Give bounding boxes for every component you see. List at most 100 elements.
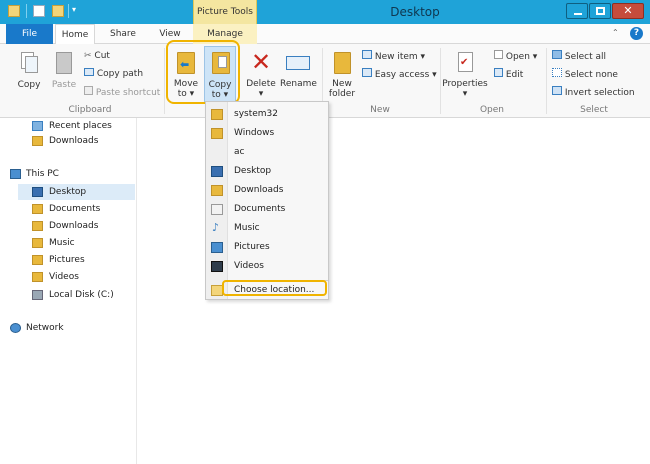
documents-icon	[32, 204, 43, 214]
select-all-button[interactable]: Select all	[552, 50, 606, 63]
documents-icon	[211, 204, 223, 215]
properties-icon[interactable]	[33, 5, 45, 17]
highlight-move-copy	[166, 40, 240, 104]
nav-label: Documents	[49, 204, 101, 214]
folder-icon[interactable]	[8, 5, 20, 17]
paste-label: Paste	[51, 80, 77, 90]
new-folder-label-2: folder	[328, 89, 356, 99]
delete-button[interactable]: ✕ Delete ▾	[245, 48, 277, 102]
menu-item-desktop[interactable]: Desktop	[206, 162, 328, 181]
invert-selection-label: Invert selection	[564, 88, 635, 98]
open-label: Open ▾	[505, 52, 538, 62]
recent-places-icon	[32, 121, 43, 131]
copy-to-menu: system32 Windows ac Desktop Downloads Do…	[205, 101, 329, 300]
desktop-icon	[32, 187, 43, 197]
separator	[546, 48, 547, 114]
nav-item-desktop[interactable]: Desktop	[18, 184, 135, 200]
help-icon[interactable]: ?	[630, 27, 643, 40]
easy-access-icon	[362, 68, 372, 77]
network-icon	[10, 323, 21, 333]
properties-label-1: Properties	[442, 79, 488, 89]
check-icon: ✔	[460, 57, 469, 68]
separator	[164, 48, 165, 114]
new-folder-button[interactable]: New folder	[326, 48, 358, 102]
properties-button[interactable]: ✔ Properties ▾	[442, 48, 488, 102]
nav-item-documents[interactable]: Documents	[18, 201, 136, 217]
new-item-button[interactable]: New item ▾	[362, 50, 425, 63]
menu-item-pictures[interactable]: Pictures	[206, 238, 328, 257]
pictures-icon	[211, 242, 223, 253]
group-label-clipboard: Clipboard	[68, 105, 112, 115]
nav-item-downloads-fav[interactable]: Downloads	[18, 133, 136, 149]
nav-item-network[interactable]: Network	[6, 320, 136, 336]
properties-label-2: ▾	[462, 89, 468, 99]
menu-item-label: Videos	[234, 261, 264, 271]
nav-item-downloads[interactable]: Downloads	[18, 218, 136, 234]
separator	[440, 48, 441, 114]
menu-item-documents[interactable]: Documents	[206, 200, 328, 219]
menu-item-music[interactable]: ♪ Music	[206, 219, 328, 238]
copy-button[interactable]: Copy	[13, 48, 45, 98]
group-label-open: Open	[479, 105, 505, 115]
copy-path-icon	[84, 68, 94, 76]
menu-item-label: Downloads	[234, 185, 284, 195]
paste-button[interactable]: Paste	[48, 48, 80, 98]
new-item-icon	[362, 50, 372, 59]
maximize-icon	[596, 7, 605, 15]
group-label-new: New	[370, 105, 390, 115]
select-all-icon	[552, 50, 562, 59]
desktop-icon	[211, 166, 223, 177]
collapse-ribbon-icon[interactable]: ⌃	[612, 28, 619, 37]
copy-path-button[interactable]: Copy path	[84, 68, 143, 80]
nav-item-local-disk[interactable]: Local Disk (C:)	[18, 287, 136, 303]
rename-label: Rename	[280, 79, 317, 89]
videos-icon	[211, 261, 223, 272]
folder-icon	[211, 109, 223, 120]
tab-share[interactable]: Share	[103, 24, 143, 44]
nav-label: Videos	[49, 272, 79, 282]
delete-label-2: ▾	[258, 89, 264, 99]
select-all-label: Select all	[564, 52, 607, 62]
invert-selection-button[interactable]: Invert selection	[552, 86, 635, 99]
tab-file[interactable]: File	[6, 24, 53, 44]
open-icon	[494, 50, 503, 59]
context-tab-picture-tools: Picture Tools	[193, 0, 257, 24]
menu-item-downloads[interactable]: Downloads	[206, 181, 328, 200]
music-icon: ♪	[212, 221, 220, 234]
nav-label: Local Disk (C:)	[49, 290, 114, 300]
menu-item-system32[interactable]: system32	[206, 105, 328, 124]
nav-label: Desktop	[49, 187, 87, 197]
nav-label: Downloads	[49, 136, 99, 146]
menu-item-ac[interactable]: ac	[206, 143, 328, 162]
chevron-down-icon[interactable]: ▾	[72, 5, 76, 14]
close-button[interactable]: ✕	[612, 3, 644, 19]
paste-shortcut-button[interactable]: Paste shortcut	[84, 86, 160, 99]
computer-icon	[10, 169, 21, 179]
nav-item-this-pc[interactable]: This PC	[6, 166, 136, 182]
easy-access-button[interactable]: Easy access ▾	[362, 68, 437, 81]
edit-button[interactable]: Edit	[494, 68, 523, 81]
invert-selection-icon	[552, 86, 562, 95]
nav-item-pictures[interactable]: Pictures	[18, 252, 136, 268]
shortcut-icon	[84, 86, 93, 95]
drive-icon	[32, 290, 43, 300]
nav-item-music[interactable]: Music	[18, 235, 136, 251]
copy-label: Copy	[17, 80, 41, 90]
menu-item-label: Desktop	[234, 166, 272, 176]
minimize-button[interactable]	[566, 3, 588, 19]
new-item-label: New item ▾	[374, 52, 426, 62]
cut-button[interactable]: ✂ Cut	[84, 50, 110, 62]
menu-item-windows[interactable]: Windows	[206, 124, 328, 143]
rename-button[interactable]: Rename	[280, 48, 317, 98]
title-bar: ▾ Picture Tools Desktop ✕	[0, 0, 650, 24]
open-button[interactable]: Open ▾	[494, 50, 537, 63]
tab-home[interactable]: Home	[55, 24, 95, 45]
select-none-button[interactable]: Select none	[552, 68, 618, 81]
nav-label: Recent places	[49, 121, 112, 131]
nav-item-videos[interactable]: Videos	[18, 269, 136, 285]
new-folder-icon[interactable]	[52, 5, 64, 17]
maximize-button[interactable]	[589, 3, 611, 19]
nav-label: Downloads	[49, 221, 99, 231]
nav-item-recent-places[interactable]: Recent places	[18, 118, 136, 134]
menu-item-videos[interactable]: Videos	[206, 257, 328, 276]
